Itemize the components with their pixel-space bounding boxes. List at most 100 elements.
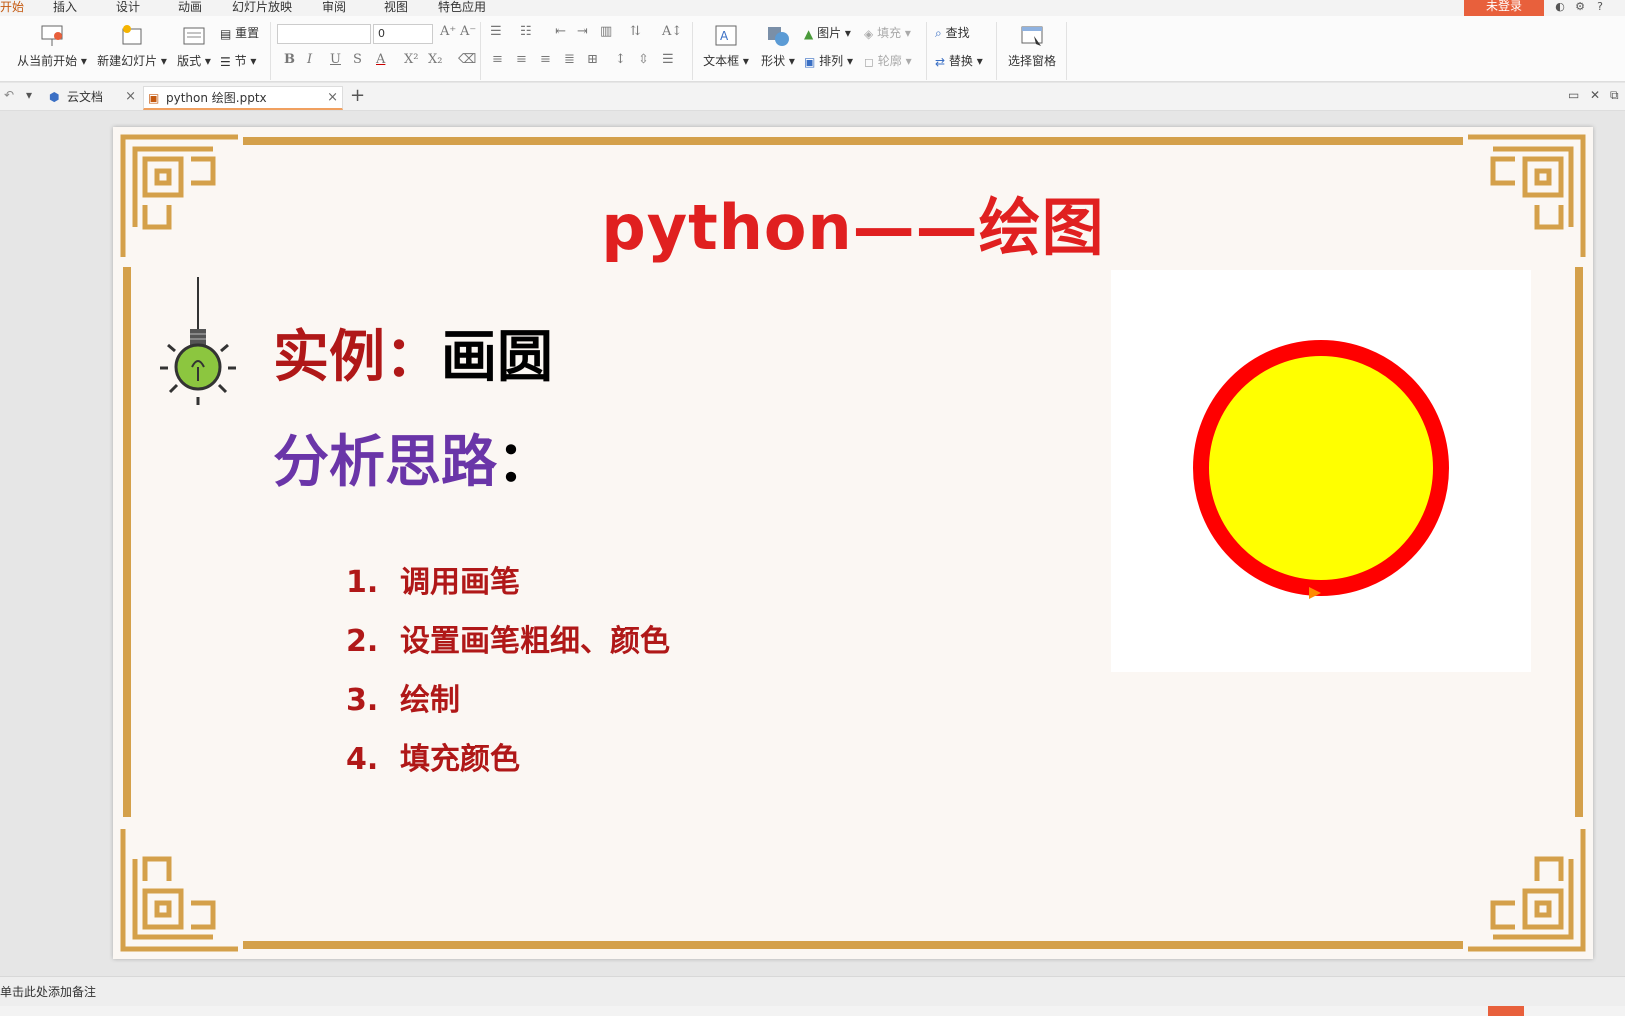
align-left-icon[interactable]: ≡ xyxy=(492,52,503,67)
fullscreen-icon[interactable]: ▭ xyxy=(1568,88,1579,102)
tab-special[interactable]: 特色应用 xyxy=(438,0,486,16)
font-name-select[interactable] xyxy=(277,24,371,44)
find-button[interactable]: ⌕ 查找 xyxy=(935,24,970,41)
shape-button[interactable]: 形状 ▾ xyxy=(758,24,798,69)
settings-icon[interactable]: ⚙ xyxy=(1570,0,1590,13)
text-direction-icon[interactable]: ⇅ xyxy=(630,24,641,39)
select-pane-button[interactable]: 选择窗格 xyxy=(1004,24,1060,69)
grow-font-icon[interactable]: A⁺ xyxy=(440,24,456,39)
underline-icon[interactable]: U xyxy=(330,52,341,67)
tab-design[interactable]: 设计 xyxy=(116,0,140,16)
new-tab-plus-icon[interactable]: + xyxy=(350,85,365,106)
help-icon[interactable]: ? xyxy=(1590,0,1610,13)
pptx-file-icon: ▣ xyxy=(148,91,160,105)
clear-format-icon[interactable]: ⌫ xyxy=(458,52,476,67)
select-pane-icon xyxy=(1021,26,1043,46)
start-from-current-button[interactable]: 从当前开始 ▾ xyxy=(14,24,90,69)
reset-icon: ▤ xyxy=(220,26,232,41)
ribbon-separator xyxy=(996,22,997,80)
nav-back-icon[interactable]: ↶ xyxy=(4,88,14,102)
new-slide-button[interactable]: 新建幻灯片 ▾ xyxy=(96,24,168,69)
drawn-circle xyxy=(1193,340,1449,599)
tab-active-file[interactable]: ▣ python 绘图.pptx × xyxy=(143,86,343,110)
section-button[interactable]: ☰ 节 ▾ xyxy=(220,52,256,69)
arrange-icon: ▣ xyxy=(804,54,816,69)
login-button[interactable]: 未登录 xyxy=(1464,0,1544,17)
list-item: 2. 设置画笔粗细、颜色 xyxy=(346,624,670,659)
notes-pane[interactable]: 单击此处添加备注 xyxy=(0,976,1625,1006)
tab-view[interactable]: 视图 xyxy=(384,0,408,16)
analysis-heading[interactable]: 分析思路： xyxy=(273,417,553,498)
font-size-select[interactable]: 0 xyxy=(373,24,433,44)
picture-button[interactable]: ▲ 图片 ▾ xyxy=(804,24,851,41)
reset-button[interactable]: ▤ 重置 xyxy=(220,24,259,41)
decrease-indent-icon[interactable]: ⇤ xyxy=(555,24,566,39)
circle-output-image[interactable] xyxy=(1111,270,1531,672)
list-item: 1. 调用画笔 xyxy=(346,565,520,600)
window-controls: ◐ ⚙? xyxy=(1550,0,1610,16)
numbered-list-icon[interactable]: ☷ xyxy=(520,24,532,39)
skin-icon[interactable]: ◐ xyxy=(1550,0,1570,13)
distribute-icon[interactable]: ⊞ xyxy=(587,52,598,67)
fill-button[interactable]: ◈ 填充 ▾ xyxy=(864,24,911,41)
tab-menu-chevron-down-icon[interactable]: ▾ xyxy=(26,88,32,102)
italic-icon[interactable]: I xyxy=(307,52,312,67)
tab-cloud-docs[interactable]: ⬢ 云文档 × xyxy=(45,86,140,110)
layout-button[interactable]: 版式 ▾ xyxy=(174,24,214,69)
list-item: 3. 绘制 xyxy=(346,683,460,718)
justify-icon[interactable]: ≣ xyxy=(564,52,575,67)
superscript-icon[interactable]: X² xyxy=(404,52,418,67)
align-right-icon[interactable]: ≡ xyxy=(540,52,551,67)
strikethrough-icon[interactable]: S xyxy=(353,52,362,67)
textbox-button[interactable]: A 文本框 ▾ xyxy=(702,24,750,69)
analysis-label: 分析思路 xyxy=(273,430,497,495)
increase-indent-icon[interactable]: ⇥ xyxy=(577,24,588,39)
tab-review[interactable]: 审阅 xyxy=(322,0,346,16)
layout-icon xyxy=(183,27,205,45)
arrange-button[interactable]: ▣ 排列 ▾ xyxy=(804,52,853,69)
status-bar xyxy=(0,1006,1625,1016)
steps-list[interactable]: 1. 调用画笔 2. 设置画笔粗细、颜色 3. 绘制 4. 填充颜色 xyxy=(346,557,670,793)
close-icon[interactable]: × xyxy=(125,86,136,108)
ribbon-separator xyxy=(926,22,927,80)
bold-icon[interactable]: B xyxy=(284,52,295,67)
tab-slideshow[interactable]: 幻灯片放映 xyxy=(232,0,292,16)
example-value: 画圆 xyxy=(441,325,553,390)
notes-placeholder: 单击此处添加备注 xyxy=(0,985,97,999)
subscript-icon[interactable]: X₂ xyxy=(428,52,442,67)
fill-icon: ◈ xyxy=(864,26,874,41)
font-color-icon[interactable]: A xyxy=(376,52,385,67)
example-heading[interactable]: 实例：画圆 xyxy=(273,312,553,393)
outline-icon: ◻ xyxy=(864,54,874,69)
replace-icon: ⇄ xyxy=(935,54,946,69)
text-sort-icon[interactable]: A↕ xyxy=(662,24,682,39)
ribbon-separator xyxy=(692,22,693,80)
slide[interactable]: python——绘图 实例：画圆 分析思路： 1. 调用画笔 2. 设置画笔粗细、颜… xyxy=(113,127,1593,959)
svg-text:A: A xyxy=(720,29,729,43)
restore-icon[interactable]: ⧉ xyxy=(1610,88,1619,103)
tab-home[interactable]: 开始 xyxy=(0,0,24,16)
pin-icon[interactable]: ✕ xyxy=(1590,88,1600,102)
tab-animation[interactable]: 动画 xyxy=(178,0,202,16)
tab-insert[interactable]: 插入 xyxy=(53,0,77,16)
slide-title[interactable]: python——绘图 xyxy=(113,177,1593,267)
close-icon[interactable]: × xyxy=(327,87,338,109)
play-slideshow-button[interactable] xyxy=(1488,1006,1524,1016)
section-icon: ☰ xyxy=(220,54,231,69)
picture-icon: ▲ xyxy=(804,26,814,41)
replace-button[interactable]: ⇄ 替换 ▾ xyxy=(935,52,983,69)
document-tab-bar: ↶ ▾ ⬢ 云文档 × ▣ python 绘图.pptx × + ▭ ✕ ⧉ xyxy=(0,83,1625,111)
bullet-list-icon[interactable]: ☰ xyxy=(490,24,502,39)
columns-icon[interactable]: ▥ xyxy=(600,24,612,39)
list-item: 4. 填充颜色 xyxy=(346,742,520,777)
editing-canvas[interactable]: python——绘图 实例：画圆 分析思路： 1. 调用画笔 2. 设置画笔粗细、颜… xyxy=(0,112,1625,976)
analysis-colon: ： xyxy=(497,430,553,495)
slideshow-icon xyxy=(41,25,63,46)
paragraph-spacing-icon[interactable]: ⇳ xyxy=(638,52,649,67)
line-spacing-icon[interactable]: ↕ xyxy=(615,52,626,67)
outline-button[interactable]: ◻ 轮廓 ▾ xyxy=(864,52,912,69)
ribbon-separator xyxy=(270,22,271,80)
shrink-font-icon[interactable]: A⁻ xyxy=(460,24,476,39)
align-center-icon[interactable]: ≡ xyxy=(516,52,527,67)
para-settings-icon[interactable]: ☰ xyxy=(662,52,674,67)
